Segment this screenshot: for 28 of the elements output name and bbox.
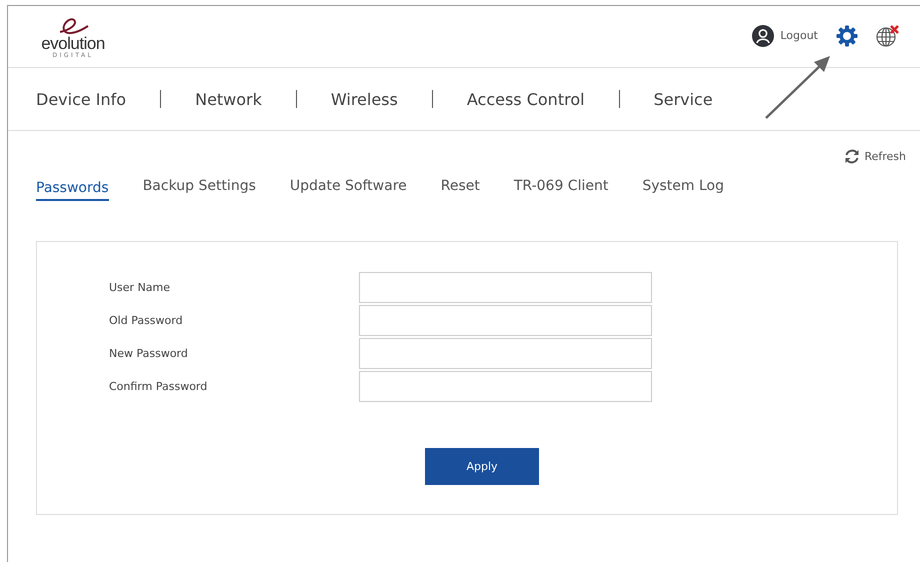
- globe-error-icon[interactable]: [876, 24, 900, 46]
- user-avatar-icon: [752, 24, 774, 46]
- logout-link[interactable]: Logout: [752, 24, 818, 46]
- apply-button[interactable]: Apply: [425, 448, 539, 485]
- sub-tab[interactable]: Update Software: [290, 178, 407, 197]
- nav-tab[interactable]: Wireless: [330, 90, 398, 108]
- field-label: Confirm Password: [109, 380, 208, 393]
- sub-tab[interactable]: Reset: [440, 178, 480, 197]
- nav-tab[interactable]: Device Info: [36, 90, 126, 108]
- input-field[interactable]: [359, 371, 652, 402]
- nav-tab[interactable]: Network: [195, 90, 262, 108]
- pointer-arrow: [765, 56, 830, 119]
- sub-tab[interactable]: Backup Settings: [142, 178, 256, 197]
- field-label: Old Password: [109, 314, 184, 327]
- input-field[interactable]: [359, 272, 652, 303]
- sub-tab[interactable]: Passwords: [36, 180, 109, 201]
- settings-icon[interactable]: [836, 24, 858, 46]
- field-label: User Name: [109, 281, 172, 294]
- sub-tab[interactable]: TR-069 Client: [514, 178, 608, 197]
- sub-tab[interactable]: System Log: [642, 178, 724, 197]
- logo-text: evolution: [41, 36, 105, 52]
- field-label: New Password: [109, 347, 189, 360]
- refresh-icon: [844, 149, 860, 164]
- input-field[interactable]: [359, 305, 652, 336]
- input-field[interactable]: [359, 338, 652, 369]
- refresh-button[interactable]: Refresh: [844, 149, 906, 164]
- nav-tab[interactable]: Service: [654, 90, 713, 108]
- nav-tab[interactable]: Access Control: [466, 90, 585, 108]
